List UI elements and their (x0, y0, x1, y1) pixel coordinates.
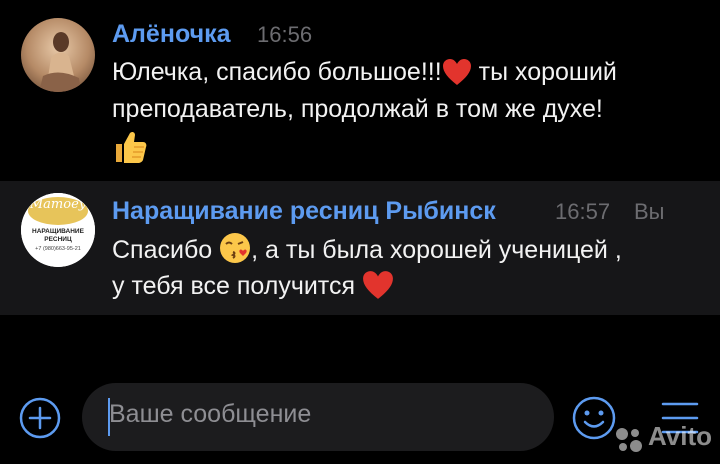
message-text-part: Спасибо (112, 236, 220, 264)
message-text-part: Юлечка, спасибо большое!!! (112, 58, 442, 86)
avatar-title-line: РЕСНИЦ (44, 236, 72, 243)
avatar-phone: +7 (980)663-95-21 (35, 246, 81, 252)
author-name[interactable]: Наращивание ресниц Рыбинск (112, 197, 496, 226)
avatar-photo-icon (21, 18, 95, 92)
avito-watermark: Avito (648, 421, 713, 451)
avatar-logo-text: Mamoey (29, 197, 87, 212)
message-time: 16:56 (257, 22, 313, 47)
you-label: Вы (634, 199, 665, 224)
avatar[interactable] (21, 18, 95, 92)
message-text-part: ты хороший (471, 58, 617, 86)
avito-logo-icon (614, 426, 644, 454)
attach-button[interactable] (19, 397, 61, 439)
message-text-part: у тебя все получится (112, 272, 362, 300)
message-input-placeholder: Ваше сообщение (109, 400, 312, 428)
message-text-part: , а ты была хорошей ученицей , (251, 236, 622, 264)
smile-icon (572, 396, 616, 440)
message-time: 16:57 (555, 199, 611, 224)
thumbs-up-emoji-icon (112, 130, 148, 169)
emoji-button[interactable] (571, 395, 617, 441)
message-text-line: преподаватель, продолжай в том же духе! (112, 95, 603, 123)
author-name[interactable]: Алёночка (112, 20, 231, 49)
heart-emoji-icon (362, 270, 394, 311)
plus-circle-icon (19, 397, 61, 439)
avatar-title-line: НАРАЩИВАНИЕ (32, 228, 84, 235)
message-text-line: у тебя все получится (112, 268, 394, 311)
avatar[interactable]: Mamoey НАРАЩИВАНИЕ РЕСНИЦ +7 (980)663-95… (21, 193, 95, 267)
